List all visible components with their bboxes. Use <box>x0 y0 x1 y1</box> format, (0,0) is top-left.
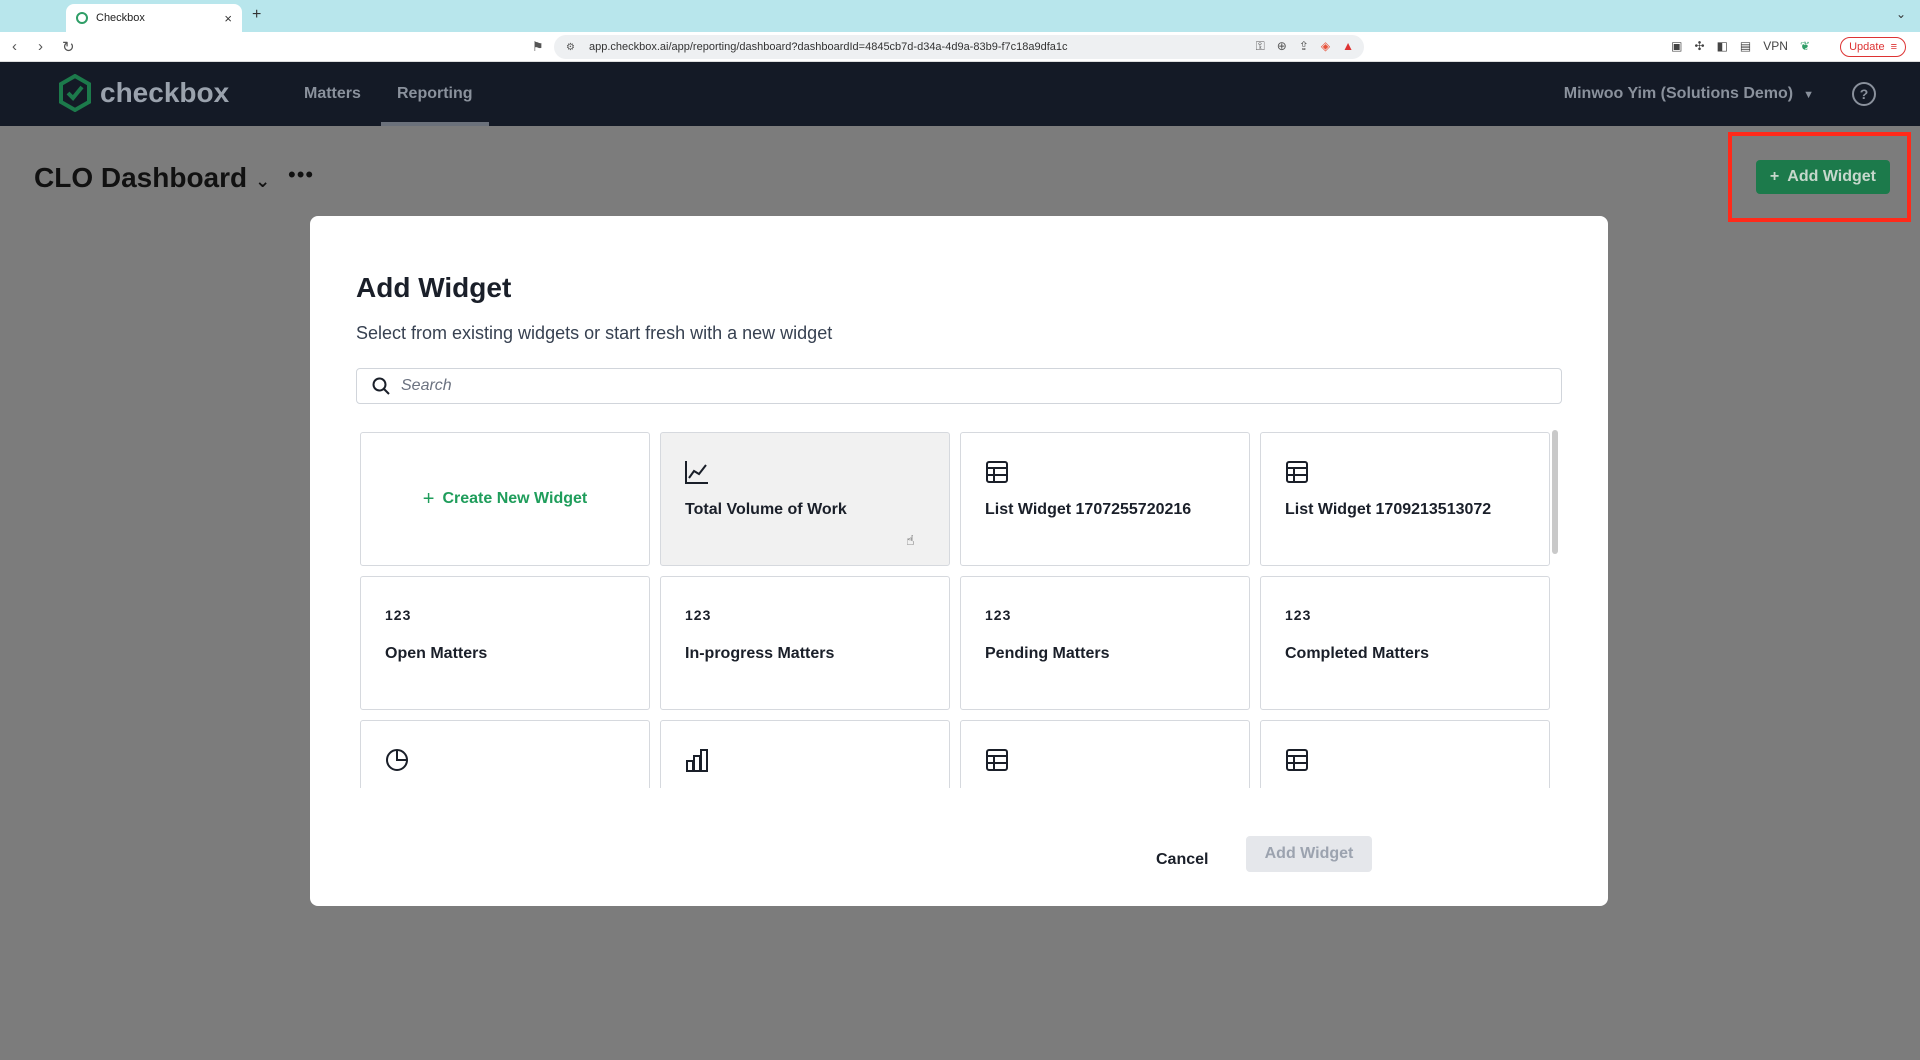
pie-chart-icon <box>386 749 408 771</box>
line-chart-icon <box>685 461 708 484</box>
table-icon <box>986 749 1008 771</box>
search-input[interactable] <box>401 377 1501 395</box>
brand-name: checkbox <box>100 77 230 108</box>
add-widget-button[interactable]: Add Widget <box>1246 836 1372 872</box>
widget-card-in-progress-matters[interactable]: 123 In-progress Matters <box>660 576 950 710</box>
user-name: Minwoo Yim (Solutions Demo) <box>1563 85 1794 102</box>
widget-grid-viewport[interactable]: + Create New Widget Total Volume of Work <box>360 432 1566 788</box>
brand-logo[interactable]: checkbox <box>58 74 229 112</box>
modal-subtitle: Select from existing widgets or start fr… <box>356 323 833 343</box>
tab-title: Checkbox <box>96 12 145 24</box>
checkbox-logo-icon <box>59 74 91 112</box>
share-icon[interactable]: ⇪ <box>1299 39 1309 54</box>
mouse-cursor-icon: ☝ <box>906 532 915 548</box>
grid-scrollbar[interactable] <box>1552 430 1558 554</box>
new-tab-icon[interactable]: + <box>252 6 261 24</box>
shield-icon[interactable]: ◈ <box>1321 39 1330 54</box>
favicon-icon <box>76 12 88 24</box>
create-new-widget-card[interactable]: + Create New Widget <box>360 432 650 566</box>
widget-card-label: Total Volume of Work <box>685 501 847 518</box>
more-options-icon[interactable]: ••• <box>288 162 314 188</box>
menu-icon: ≡ <box>1890 41 1897 53</box>
chevron-down-icon: ⌄ <box>255 171 271 191</box>
nav-matters[interactable]: Matters <box>304 85 361 103</box>
extensions: ▣ ✣ ◧ ▤ VPN ❦ <box>1671 39 1810 53</box>
dashboard-title[interactable]: CLO Dashboard ⌄ <box>34 162 270 194</box>
search-box[interactable] <box>356 368 1562 404</box>
search-icon <box>372 377 390 395</box>
browser-tab-bar: Checkbox × + ⌄ <box>0 0 1920 32</box>
widget-card-list-2[interactable]: List Widget 1709213513072 <box>1260 432 1550 566</box>
number-icon: 123 <box>685 607 712 623</box>
number-icon: 123 <box>385 607 412 623</box>
wallet-icon[interactable]: ▤ <box>1740 39 1751 53</box>
vpn-label[interactable]: VPN <box>1763 39 1788 53</box>
widget-card-table-4[interactable] <box>1260 720 1550 788</box>
table-icon <box>1286 749 1308 771</box>
add-widget-modal: Add Widget Select from existing widgets … <box>310 216 1608 906</box>
sidebar-icon[interactable]: ◧ <box>1717 39 1728 53</box>
chevron-down-icon: ▼ <box>1803 89 1814 101</box>
back-icon[interactable]: ‹ <box>12 38 17 55</box>
extension-icon[interactable]: ▣ <box>1671 39 1682 53</box>
widget-card-list-1[interactable]: List Widget 1707255720216 <box>960 432 1250 566</box>
tab-list-chevron-icon[interactable]: ⌄ <box>1896 7 1906 21</box>
browser-tab[interactable]: Checkbox × <box>66 4 242 32</box>
annotation-highlight-box <box>1728 132 1911 222</box>
widget-card-pie[interactable] <box>360 720 650 788</box>
widget-card-pending-matters[interactable]: 123 Pending Matters <box>960 576 1250 710</box>
dashboard-title-text: CLO Dashboard <box>34 162 248 193</box>
widget-card-label: Open Matters <box>385 645 488 662</box>
bookmark-icon[interactable]: ⚑ <box>532 39 544 55</box>
forward-icon[interactable]: › <box>38 38 43 55</box>
create-new-widget-label: Create New Widget <box>442 490 588 507</box>
nav-reporting[interactable]: Reporting <box>397 85 473 103</box>
url-text: app.checkbox.ai/app/reporting/dashboard?… <box>588 41 1068 53</box>
browser-toolbar: ‹ › ↻ ⚑ ⚙ app.checkbox.ai/app/reporting/… <box>0 32 1920 62</box>
close-tab-icon[interactable]: × <box>224 11 232 26</box>
zoom-icon[interactable]: ⊕ <box>1277 39 1287 54</box>
alert-icon[interactable]: ▲ <box>1342 39 1354 54</box>
cancel-button[interactable]: Cancel <box>1140 842 1224 878</box>
widget-grid: + Create New Widget Total Volume of Work <box>360 432 1566 788</box>
modal-title: Add Widget <box>356 272 512 303</box>
puzzle-icon[interactable]: ✣ <box>1695 39 1705 53</box>
table-icon <box>986 461 1008 483</box>
widget-card-completed-matters[interactable]: 123 Completed Matters <box>1260 576 1550 710</box>
address-bar[interactable]: ⚙ app.checkbox.ai/app/reporting/dashboar… <box>554 35 1364 59</box>
site-settings-icon[interactable]: ⚙ <box>566 42 575 53</box>
app-header: checkbox Matters Reporting Minwoo Yim (S… <box>0 62 1920 126</box>
widget-card-open-matters[interactable]: 123 Open Matters <box>360 576 650 710</box>
widget-card-label: In-progress Matters <box>685 645 835 662</box>
update-button[interactable]: Update ≡ <box>1840 37 1906 57</box>
key-icon[interactable]: ⚿ <box>1256 39 1265 54</box>
widget-card-bar[interactable] <box>660 720 950 788</box>
widget-card-table-3[interactable] <box>960 720 1250 788</box>
bar-chart-icon <box>686 749 708 772</box>
widget-card-label: List Widget 1707255720216 <box>985 501 1192 518</box>
widget-card-label: List Widget 1709213513072 <box>1285 501 1492 518</box>
table-icon <box>1286 461 1308 483</box>
number-icon: 123 <box>1285 607 1312 623</box>
active-nav-indicator <box>381 122 489 126</box>
reload-icon[interactable]: ↻ <box>62 38 75 56</box>
update-label: Update <box>1849 41 1885 53</box>
user-menu[interactable]: Minwoo Yim (Solutions Demo) ▼ <box>1564 85 1814 103</box>
help-icon[interactable]: ? <box>1852 82 1876 106</box>
plus-icon: + <box>422 487 435 510</box>
widget-card-label: Pending Matters <box>985 645 1110 662</box>
number-icon: 123 <box>985 607 1012 623</box>
widget-card-label: Completed Matters <box>1285 645 1430 662</box>
leaf-icon[interactable]: ❦ <box>1800 39 1810 53</box>
